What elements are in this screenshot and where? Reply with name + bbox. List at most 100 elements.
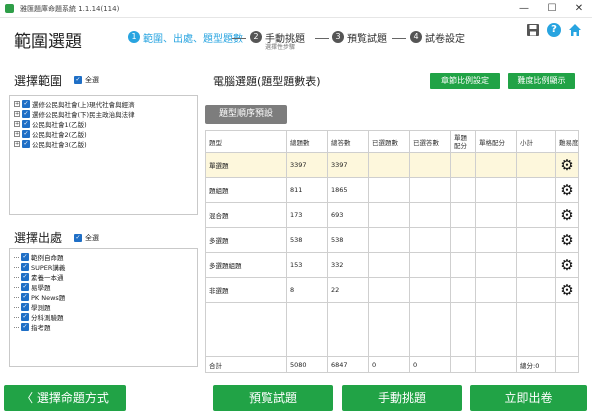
source-item[interactable]: ✓ 範例自命題 xyxy=(14,252,64,262)
source-item[interactable]: ✓ 素養一本通 xyxy=(14,272,64,282)
save-icon[interactable] xyxy=(526,23,540,37)
check-icon[interactable]: ✓ xyxy=(21,313,29,321)
cell-blank-score[interactable] xyxy=(475,227,517,253)
publish-button[interactable]: 立即出卷 xyxy=(470,385,587,411)
difficulty-cell[interactable]: ⚙ xyxy=(555,152,579,178)
cell-selected-answers xyxy=(409,252,451,278)
source-item[interactable]: ✓ 分科測驗題 xyxy=(14,312,64,322)
scope-item[interactable]: + ✓ 選修公民與社會(下)民主政治與法律 xyxy=(14,109,135,119)
source-item[interactable]: ✓ 指考題 xyxy=(14,322,51,332)
scope-select-all[interactable]: ✓ 全選 xyxy=(74,75,99,85)
check-icon[interactable]: ✓ xyxy=(21,273,29,281)
expand-icon[interactable]: + xyxy=(14,101,20,107)
table-empty-row xyxy=(205,302,579,357)
check-icon[interactable]: ✓ xyxy=(21,293,29,301)
source-list[interactable]: ✓ 範例自命題 ✓ SUPER講義 ✓ 素養一本通 ✓ 易學題 ✓ PK News題 ✓ 學… xyxy=(9,248,198,367)
difficulty-ratio-button[interactable]: 難度比例顯示 xyxy=(508,73,575,89)
check-icon[interactable]: ✓ xyxy=(22,130,30,138)
gear-icon[interactable]: ⚙ xyxy=(560,157,573,173)
empty-cell xyxy=(327,302,369,357)
check-icon: ✓ xyxy=(74,76,82,84)
table-row[interactable]: 多選題組題 153 332 ⚙ xyxy=(205,252,579,278)
source-item[interactable]: ✓ SUPER講義 xyxy=(14,262,65,272)
gear-icon[interactable]: ⚙ xyxy=(560,282,573,298)
cell-question-score[interactable] xyxy=(450,177,476,203)
footer-bar: 〈 選擇命題方式 預覧試題 手動挑題 立即出卷 xyxy=(0,379,592,417)
cell-selected-questions[interactable] xyxy=(368,202,410,228)
table-row[interactable]: 題組題 811 1865 ⚙ xyxy=(205,177,579,203)
check-icon[interactable]: ✓ xyxy=(21,253,29,261)
cell-type: 多選題 xyxy=(205,227,287,253)
scope-item[interactable]: + ✓ 公民與社會1(乙版) xyxy=(14,119,87,129)
difficulty-cell[interactable]: ⚙ xyxy=(555,177,579,203)
source-item[interactable]: ✓ 學測題 xyxy=(14,302,51,312)
cell-blank-score[interactable] xyxy=(475,252,517,278)
cell-total-questions: 538 xyxy=(286,227,328,253)
table-row[interactable]: 混合題 173 693 ⚙ xyxy=(205,202,579,228)
chapter-ratio-button[interactable]: 章節比例設定 xyxy=(430,73,500,89)
close-button[interactable]: ✕ xyxy=(568,1,590,17)
cell-selected-answers xyxy=(409,152,451,178)
total-selected-answers: 0 xyxy=(409,356,451,373)
check-icon[interactable]: ✓ xyxy=(21,323,29,331)
help-icon[interactable]: ? xyxy=(547,23,561,37)
back-button[interactable]: 〈 選擇命題方式 xyxy=(4,385,126,411)
window-title-bar: 雅匯題庫命題系統 1.1.14(114) — ☐ ✕ xyxy=(0,0,592,18)
expand-icon[interactable]: + xyxy=(14,121,20,127)
scope-item[interactable]: + ✓ 選修公民與社會(上)現代社會與經濟 xyxy=(14,99,135,109)
table-row[interactable]: 多選題 538 538 ⚙ xyxy=(205,227,579,253)
expand-icon[interactable]: + xyxy=(14,141,20,147)
scope-item[interactable]: + ✓ 公民與社會3(乙版) xyxy=(14,139,87,149)
gear-icon[interactable]: ⚙ xyxy=(560,207,573,223)
expand-icon[interactable]: + xyxy=(14,131,20,137)
source-item[interactable]: ✓ 易學題 xyxy=(14,282,51,292)
scope-tree[interactable]: + ✓ 選修公民與社會(上)現代社會與經濟 + ✓ 選修公民與社會(下)民主政治與法律 … xyxy=(9,95,198,215)
cell-total-questions: 153 xyxy=(286,252,328,278)
step-1-number: 1 xyxy=(128,31,140,43)
cell-question-score[interactable] xyxy=(450,252,476,278)
check-icon[interactable]: ✓ xyxy=(21,263,29,271)
cell-question-score[interactable] xyxy=(450,227,476,253)
cell-blank-score[interactable] xyxy=(475,202,517,228)
cell-selected-questions[interactable] xyxy=(368,277,410,303)
source-item[interactable]: ✓ PK News題 xyxy=(14,292,65,302)
empty-cell xyxy=(368,302,410,357)
manual-pick-button[interactable]: 手動挑題 xyxy=(342,385,462,411)
cell-selected-questions[interactable] xyxy=(368,152,410,178)
computer-select-title: 電腦選題(題型題數表) xyxy=(213,75,321,88)
scope-item[interactable]: + ✓ 公民與社會2(乙版) xyxy=(14,129,87,139)
difficulty-cell[interactable]: ⚙ xyxy=(555,202,579,228)
check-icon[interactable]: ✓ xyxy=(22,110,30,118)
check-icon[interactable]: ✓ xyxy=(22,140,30,148)
gear-icon[interactable]: ⚙ xyxy=(560,182,573,198)
cell-blank-score[interactable] xyxy=(475,277,517,303)
gear-icon[interactable]: ⚙ xyxy=(560,257,573,273)
expand-icon[interactable]: + xyxy=(14,111,20,117)
cell-blank-score[interactable] xyxy=(475,152,517,178)
minimize-button[interactable]: — xyxy=(513,1,535,17)
cell-selected-questions[interactable] xyxy=(368,177,410,203)
difficulty-cell[interactable]: ⚙ xyxy=(555,277,579,303)
scope-item-label: 公民與社會2(乙版) xyxy=(32,131,87,139)
question-order-default-button[interactable]: 題型順序預設 xyxy=(205,105,287,124)
preview-button[interactable]: 預覧試題 xyxy=(213,385,333,411)
check-icon[interactable]: ✓ xyxy=(22,120,30,128)
cell-total-questions: 3397 xyxy=(286,152,328,178)
table-row[interactable]: 非選題 8 22 ⚙ xyxy=(205,277,579,303)
home-icon[interactable] xyxy=(568,23,582,37)
cell-selected-questions[interactable] xyxy=(368,227,410,253)
check-icon[interactable]: ✓ xyxy=(22,100,30,108)
check-icon[interactable]: ✓ xyxy=(21,283,29,291)
table-row[interactable]: 單選題 3397 3397 ⚙ xyxy=(205,152,579,178)
cell-question-score[interactable] xyxy=(450,202,476,228)
cell-selected-questions[interactable] xyxy=(368,252,410,278)
check-icon[interactable]: ✓ xyxy=(21,303,29,311)
cell-question-score[interactable] xyxy=(450,152,476,178)
gear-icon[interactable]: ⚙ xyxy=(560,232,573,248)
source-select-all[interactable]: ✓ 全選 xyxy=(74,233,99,243)
difficulty-cell[interactable]: ⚙ xyxy=(555,252,579,278)
maximize-button[interactable]: ☐ xyxy=(541,1,563,17)
cell-blank-score[interactable] xyxy=(475,177,517,203)
cell-question-score[interactable] xyxy=(450,277,476,303)
difficulty-cell[interactable]: ⚙ xyxy=(555,227,579,253)
